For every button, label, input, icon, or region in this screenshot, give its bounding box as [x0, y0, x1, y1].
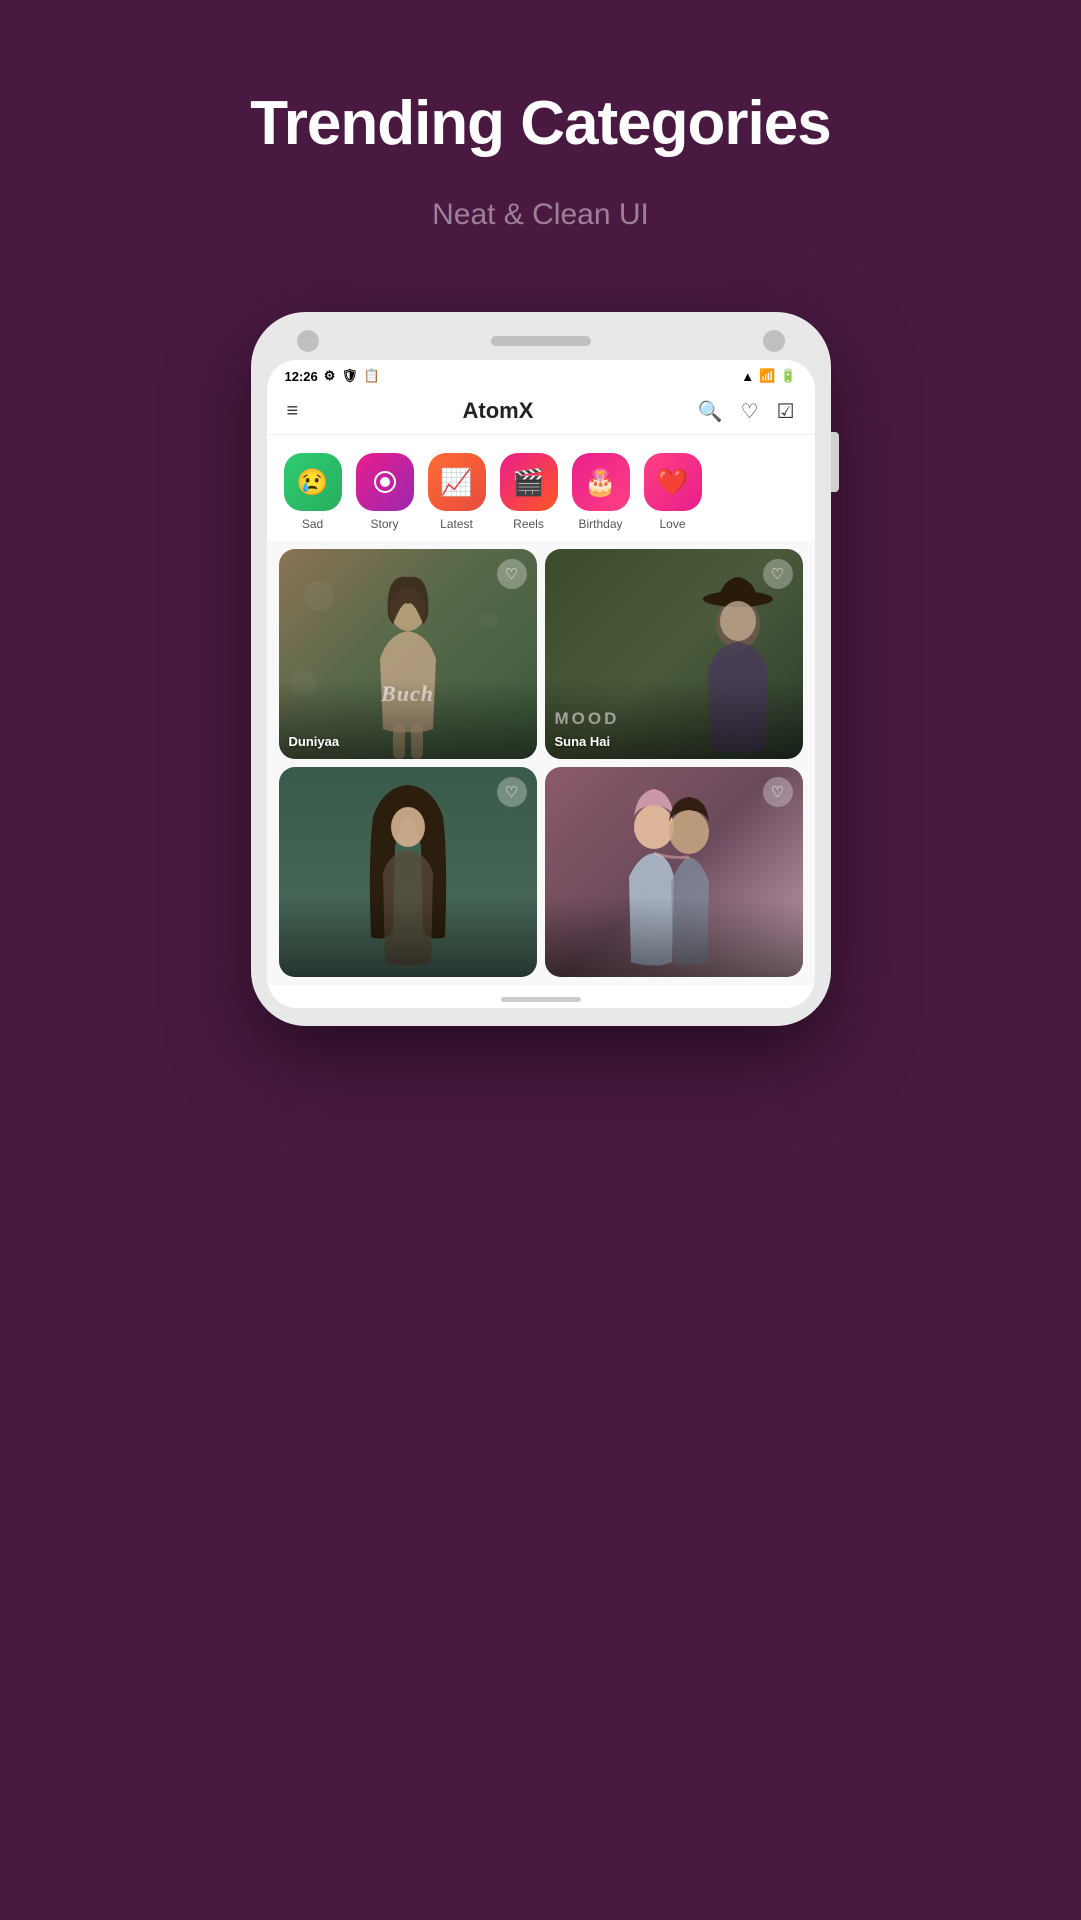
category-story-icon [356, 453, 414, 511]
category-reels-icon: 🎬 [500, 453, 558, 511]
heart-icon[interactable]: ♡ [741, 399, 759, 424]
category-sad[interactable]: 😢 Sad [283, 453, 343, 531]
speaker [491, 336, 591, 346]
category-love-icon: ❤️ [644, 453, 702, 511]
category-story[interactable]: Story [355, 453, 415, 531]
category-sad-icon: 😢 [284, 453, 342, 511]
app-bar-actions: 🔍 ♡ ☑ [698, 399, 795, 424]
camera-dot-right [763, 330, 785, 352]
category-birthday[interactable]: 🎂 Birthday [571, 453, 631, 531]
category-birthday-label: Birthday [578, 517, 622, 531]
page-subtitle: Neat & Clean UI [250, 198, 830, 232]
app-name: AtomX [463, 398, 534, 424]
category-latest[interactable]: 📈 Latest [427, 453, 487, 531]
card-3[interactable]: ♡ [279, 767, 537, 977]
category-reels-label: Reels [513, 517, 544, 531]
status-right: ▲ 📶 🔋 [741, 368, 796, 384]
phone-top-bar [267, 330, 815, 352]
page-header: Trending Categories Neat & Clean UI [250, 0, 830, 252]
status-left: 12:26 ⚙ 🛡 📋 [285, 368, 381, 384]
card-3-overlay [279, 897, 537, 977]
category-reels[interactable]: 🎬 Reels [499, 453, 559, 531]
card-3-heart-button[interactable]: ♡ [497, 777, 527, 807]
content-grid: Buch ♡ Duniyaa [267, 541, 815, 985]
settings-status-icon: ⚙ [324, 368, 336, 384]
search-icon[interactable]: 🔍 [698, 399, 723, 424]
status-bar: 12:26 ⚙ 🛡 📋 ▲ 📶 🔋 [267, 360, 815, 388]
category-love[interactable]: ❤️ Love [643, 453, 703, 531]
phone-mockup: 12:26 ⚙ 🛡 📋 ▲ 📶 🔋 ≡ AtomX 🔍 ♡ ☑ [251, 312, 831, 1026]
card-2-heart-button[interactable]: ♡ [763, 559, 793, 589]
battery-icon: 🔋 [780, 368, 796, 384]
category-love-label: Love [659, 517, 685, 531]
bookmark-icon[interactable]: ☑ [777, 399, 795, 424]
status-time: 12:26 [285, 369, 318, 384]
menu-icon[interactable]: ≡ [287, 400, 299, 423]
home-indicator [501, 997, 581, 1002]
category-story-label: Story [370, 517, 398, 531]
card-2-title: Suna Hai [555, 734, 611, 749]
category-birthday-icon: 🎂 [572, 453, 630, 511]
signal-icon: 📶 [759, 368, 775, 384]
shield-status-icon: 🛡 [341, 368, 358, 384]
category-latest-icon: 📈 [428, 453, 486, 511]
phone-screen: 12:26 ⚙ 🛡 📋 ▲ 📶 🔋 ≡ AtomX 🔍 ♡ ☑ [267, 360, 815, 1008]
page-title: Trending Categories [250, 90, 830, 158]
card-4[interactable]: ♡ [545, 767, 803, 977]
power-button [831, 432, 839, 492]
card-1-heart-button[interactable]: ♡ [497, 559, 527, 589]
app-bar: ≡ AtomX 🔍 ♡ ☑ [267, 388, 815, 435]
wifi-icon: ▲ [741, 369, 754, 384]
card-4-overlay [545, 897, 803, 977]
camera-dot-left [297, 330, 319, 352]
phone-bottom-row [267, 985, 815, 1008]
card-duniyaa[interactable]: Buch ♡ Duniyaa [279, 549, 537, 759]
phone-frame: 12:26 ⚙ 🛡 📋 ▲ 📶 🔋 ≡ AtomX 🔍 ♡ ☑ [251, 312, 831, 1026]
card-1-title: Duniyaa [289, 734, 340, 749]
card-4-heart-button[interactable]: ♡ [763, 777, 793, 807]
card-suna-hai[interactable]: MOOD ♡ Suna Hai [545, 549, 803, 759]
battery-status-icon: 📋 [364, 368, 380, 384]
categories-row: 😢 Sad Story 📈 Latest [267, 435, 815, 541]
category-latest-label: Latest [440, 517, 473, 531]
category-sad-label: Sad [302, 517, 323, 531]
